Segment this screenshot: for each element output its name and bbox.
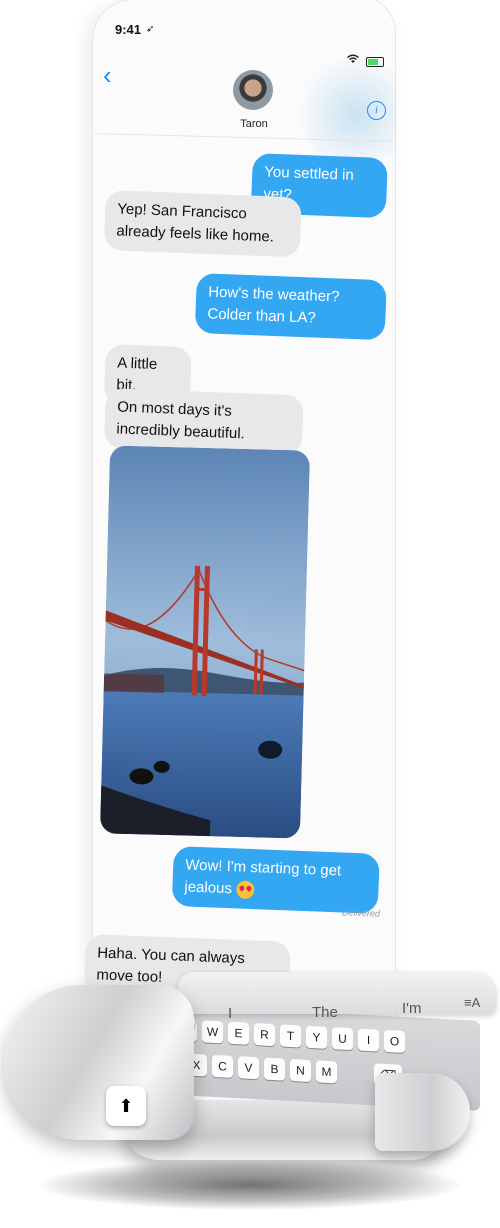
key[interactable]: R: [254, 1023, 275, 1047]
key[interactable]: O: [384, 1029, 405, 1053]
keyboard-curl-right: [375, 1073, 470, 1151]
suggestion-item[interactable]: I'm: [402, 1000, 422, 1017]
heart-eyes-emoji-icon: [235, 880, 255, 900]
outgoing-message[interactable]: Wow! I'm starting to get jealous: [171, 846, 380, 914]
key[interactable]: U: [332, 1027, 353, 1051]
message-text: Wow! I'm starting to get jealous: [184, 856, 342, 898]
suggestion-item[interactable]: The: [312, 1004, 338, 1021]
key[interactable]: N: [290, 1058, 311, 1083]
key[interactable]: T: [280, 1024, 301, 1048]
key[interactable]: E: [228, 1021, 249, 1045]
suggestion-item[interactable]: I: [228, 1005, 232, 1022]
key[interactable]: B: [264, 1057, 285, 1081]
floor-shadow: [40, 1160, 460, 1210]
battery-icon: [366, 57, 384, 67]
key[interactable]: Y: [306, 1025, 327, 1049]
dictation-format-icon[interactable]: ≡A: [464, 995, 480, 1010]
outgoing-message[interactable]: How's the weather? Colder than LA?: [194, 273, 387, 341]
key[interactable]: I: [358, 1028, 379, 1052]
delivery-status: Delivered: [341, 907, 381, 919]
contact-name[interactable]: Taron: [236, 118, 272, 130]
info-button[interactable]: i: [367, 101, 386, 120]
key[interactable]: W: [202, 1020, 223, 1044]
shift-key[interactable]: ⬆: [106, 1086, 146, 1126]
status-time: 9:41: [115, 22, 142, 37]
key[interactable]: V: [238, 1056, 259, 1080]
incoming-message[interactable]: Yep! San Francisco already feels like ho…: [103, 190, 302, 258]
wifi-icon: [346, 54, 360, 67]
keyboard-curl-left: [4, 985, 194, 1140]
contact-avatar[interactable]: [233, 70, 273, 110]
back-button[interactable]: ‹: [103, 62, 112, 88]
location-icon: ➶: [146, 24, 155, 35]
key[interactable]: C: [212, 1054, 233, 1078]
key[interactable]: M: [316, 1060, 337, 1084]
golden-gate-bridge-photo[interactable]: [99, 445, 311, 839]
